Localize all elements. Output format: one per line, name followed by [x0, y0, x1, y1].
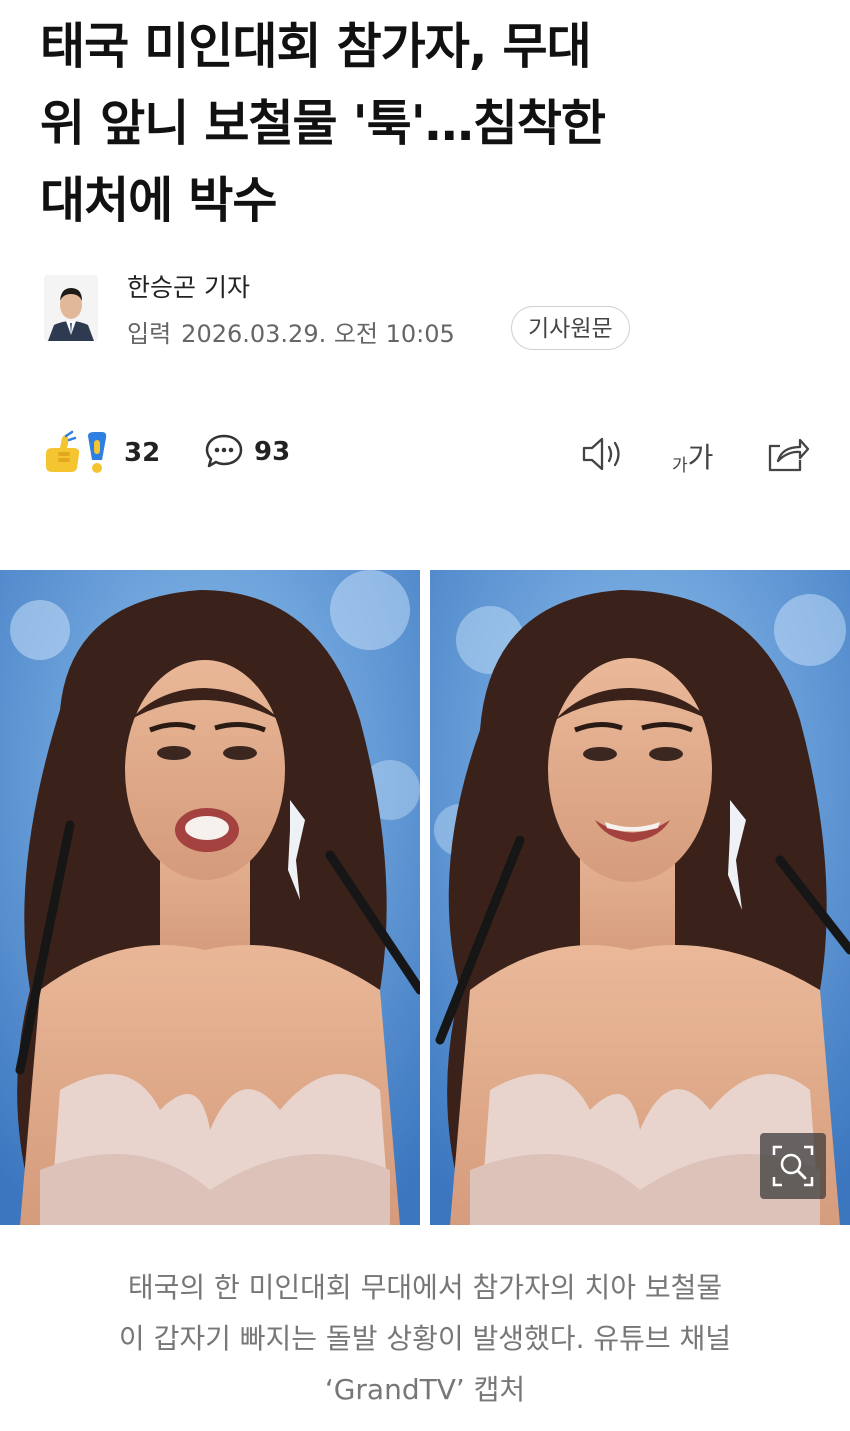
reporter-photo [44, 275, 98, 341]
font-size-button[interactable]: 가가 [672, 436, 713, 476]
listen-button[interactable] [580, 434, 626, 474]
date-label: 입력 [127, 320, 172, 348]
caption-line: 태국의 한 미인대회 무대에서 참가자의 치아 보철물 [127, 1271, 723, 1304]
comment-icon [205, 434, 243, 468]
image-zoom-button[interactable] [760, 1133, 826, 1199]
pageant-contestant-image-smiling [430, 570, 850, 1225]
font-size-large: 가 [687, 441, 714, 474]
share-button[interactable] [766, 434, 810, 474]
headline-line: 태국 미인대회 참가자, 무대 [40, 18, 592, 75]
date-value: 2026.03.29. 오전 10:05 [181, 320, 455, 348]
caption-line: 이 갑자기 빠지는 돌발 상황이 발생했다. 유튜브 채널 [118, 1322, 732, 1355]
photo-caption: 태국의 한 미인대회 무대에서 참가자의 치아 보철물 이 갑자기 빠지는 돌발… [40, 1262, 810, 1415]
zoom-icon [772, 1145, 814, 1187]
author-name[interactable]: 한승곤 기자 [127, 268, 250, 304]
reaction-icon [46, 430, 107, 473]
dateline: 입력 2026.03.29. 오전 10:05 [127, 314, 455, 349]
caption-line: ‘GrandTV’ 캡처 [324, 1373, 526, 1406]
font-size-icon: 가가 [672, 436, 713, 476]
pageant-contestant-image-open-mouth [0, 570, 420, 1225]
reaction-button[interactable]: 32 [42, 430, 160, 476]
reaction-count: 32 [124, 438, 161, 468]
comment-count: 93 [254, 437, 291, 467]
headline-line: 대처에 박수 [40, 172, 277, 229]
comment-button[interactable]: 93 [204, 432, 290, 472]
article-photo-right[interactable] [430, 570, 850, 1225]
speaker-icon [582, 437, 620, 471]
article-headline: 태국 미인대회 참가자, 무대 위 앞니 보철물 '툭'…침착한 대처에 박수 [40, 8, 820, 239]
reporter-avatar[interactable] [44, 275, 98, 341]
headline-line: 위 앞니 보철물 '툭'…침착한 [40, 95, 606, 152]
article-photo-left[interactable] [0, 570, 420, 1225]
font-size-small: 가 [672, 456, 688, 476]
share-icon [768, 438, 810, 472]
original-article-button[interactable]: 기사원문 [511, 306, 630, 350]
